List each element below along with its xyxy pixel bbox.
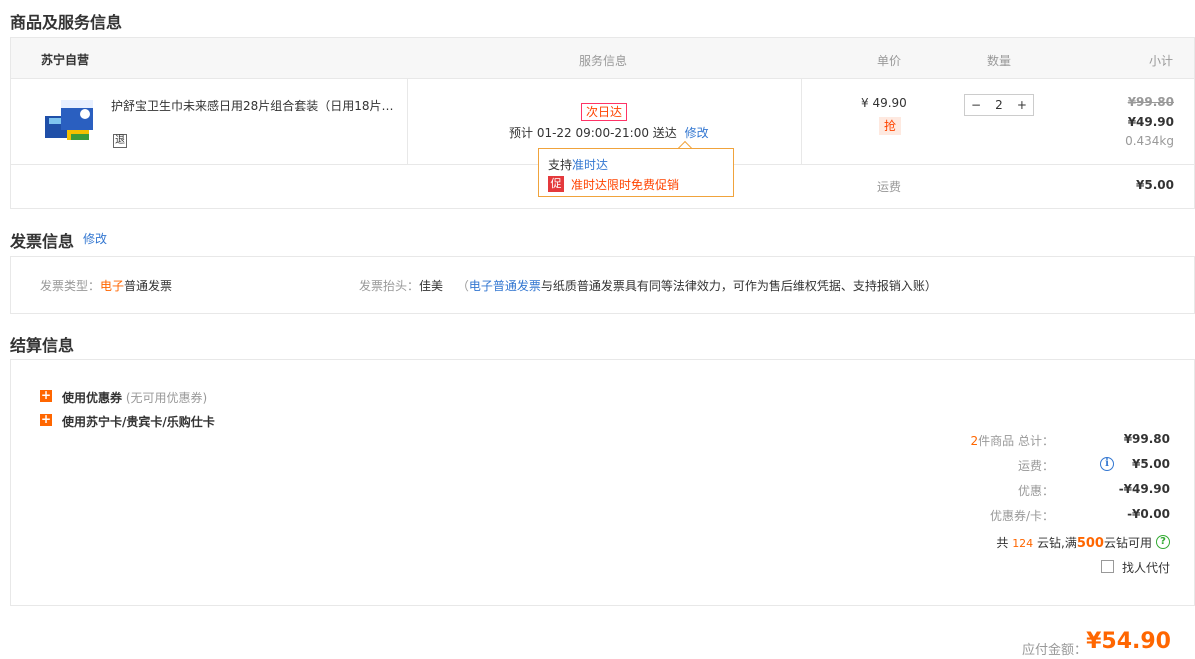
decrease-button[interactable]: − <box>971 98 981 112</box>
popup-support-line: 支持准时达 <box>548 156 608 173</box>
invoice-section-title: 发票信息 <box>10 232 75 251</box>
invoice-header-value: 佳美 <box>419 279 444 293</box>
payable-value: ¥54.90 <box>1086 629 1171 654</box>
invoice-note-rest: 与纸质普通发票具有同等法律效力，可作为售后维权凭据、支持报销入账） <box>540 279 937 293</box>
use-coupon-row[interactable]: 使用优惠券 (无可用优惠券) <box>62 389 207 406</box>
col-subtotal: 小计 <box>1149 54 1174 68</box>
diamond-help-icon[interactable]: ? <box>1156 535 1170 549</box>
delivery-modify-link[interactable]: 修改 <box>685 126 709 140</box>
diamond-count: 124 <box>1012 537 1034 550</box>
item-weight: 0.434kg <box>1125 134 1174 148</box>
card-label[interactable]: 使用苏宁卡/贵宾卡/乐购仕卡 <box>62 413 215 430</box>
shipping-label: 运费 <box>877 180 902 194</box>
return-icon-text: 退 <box>115 135 125 146</box>
invoice-note-link[interactable]: 电子普通发票 <box>469 279 541 293</box>
invoice-type-rest: 普通发票 <box>124 279 173 293</box>
product-image[interactable] <box>43 94 99 146</box>
increase-button[interactable]: + <box>1017 98 1027 112</box>
payable-label: 应付金额： <box>1021 643 1087 658</box>
diamond-info: 共 124 云钻,满500云钻可用 <box>996 534 1152 551</box>
summary-shipping-label: 运费： <box>1017 459 1054 473</box>
unit-price: ¥ 49.90 <box>861 96 907 110</box>
col-unit-price: 单价 <box>877 54 902 68</box>
quantity-stepper[interactable]: − 2 + <box>964 94 1034 116</box>
original-total: ¥99.80 <box>1127 95 1174 109</box>
summary-total-value: ¥99.80 <box>1123 432 1170 446</box>
popup-support-prefix: 支持 <box>548 158 573 172</box>
diamond-suffix: 云钻可用 <box>1103 536 1152 550</box>
col-service: 服务信息 <box>579 54 628 68</box>
summary-total-label: 件商品 总计： <box>978 434 1054 448</box>
store-name: 苏宁自营 <box>41 53 90 67</box>
proxy-pay-checkbox[interactable] <box>1101 560 1114 573</box>
invoice-header-label: 发票抬头： <box>359 279 420 293</box>
invoice-type-label: 发票类型： <box>40 279 101 293</box>
shipping-value: ¥5.00 <box>1136 178 1174 192</box>
invoice-box: 发票类型：电子普通发票 发票抬头：佳美 （电子普通发票与纸质普通发票具有同等法律… <box>10 256 1195 314</box>
invoice-header: 发票抬头：佳美 （电子普通发票与纸质普通发票具有同等法律效力，可作为售后维权凭据… <box>359 277 937 294</box>
promo-badge: 促 <box>548 176 564 192</box>
diamond-threshold: 500 <box>1076 536 1104 551</box>
invoice-modify-link[interactable]: 修改 <box>83 230 107 247</box>
expand-card-icon[interactable]: + <box>40 413 52 426</box>
delivery-estimate-text: 预计 01-22 09:00-21:00 送达 <box>509 126 677 140</box>
expand-coupon-icon[interactable]: + <box>40 389 52 402</box>
product-name[interactable]: 护舒宝卫生巾未来感日用28片组合套装（日用18片… <box>111 97 401 114</box>
diamond-prefix: 共 <box>996 536 1009 550</box>
summary-total-label-wrap: 2件商品 总计： <box>971 432 1054 449</box>
next-day-tag-wrap: 次日达 <box>581 103 628 121</box>
summary-discount-label: 优惠： <box>1017 484 1054 498</box>
return-icon: 退 <box>113 134 127 148</box>
summary-coupon-card-label: 优惠券/卡： <box>989 509 1054 523</box>
next-day-tag: 次日达 <box>581 103 628 121</box>
promo-text: 准时达限时免费促销 <box>571 178 680 192</box>
coupon-note: (无可用优惠券) <box>125 391 208 405</box>
qiang-badge: 抢 <box>879 117 901 135</box>
settlement-box: + 使用优惠券 (无可用优惠券) + 使用苏宁卡/贵宾卡/乐购仕卡 2件商品 总… <box>10 359 1195 606</box>
proxy-pay-label[interactable]: 找人代付 <box>1122 559 1170 576</box>
summary-coupon-card-value: -¥0.00 <box>1127 507 1170 521</box>
coupon-label[interactable]: 使用优惠券 <box>62 391 122 405</box>
summary-shipping-value: ¥5.00 <box>1132 457 1170 471</box>
invoice-note-open: （ <box>456 279 469 293</box>
quantity-value[interactable]: 2 <box>995 98 1003 112</box>
summary-discount-value: -¥49.90 <box>1118 482 1170 496</box>
diamond-mid: 云钻,满 <box>1037 536 1077 550</box>
shipping-info-icon[interactable]: i <box>1100 457 1114 471</box>
popup-support-link[interactable]: 准时达 <box>572 158 608 172</box>
delivery-estimate: 预计 01-22 09:00-21:00 送达 修改 <box>509 124 709 141</box>
settlement-section-title: 结算信息 <box>10 336 75 355</box>
delivery-popup: 支持准时达 促 准时达限时免费促销 <box>538 148 734 197</box>
item-total: ¥49.90 <box>1127 115 1174 129</box>
invoice-type-highlight: 电子 <box>100 279 125 293</box>
col-quantity: 数量 <box>987 54 1012 68</box>
goods-section-title: 商品及服务信息 <box>10 13 123 32</box>
invoice-type: 发票类型：电子普通发票 <box>40 277 172 294</box>
